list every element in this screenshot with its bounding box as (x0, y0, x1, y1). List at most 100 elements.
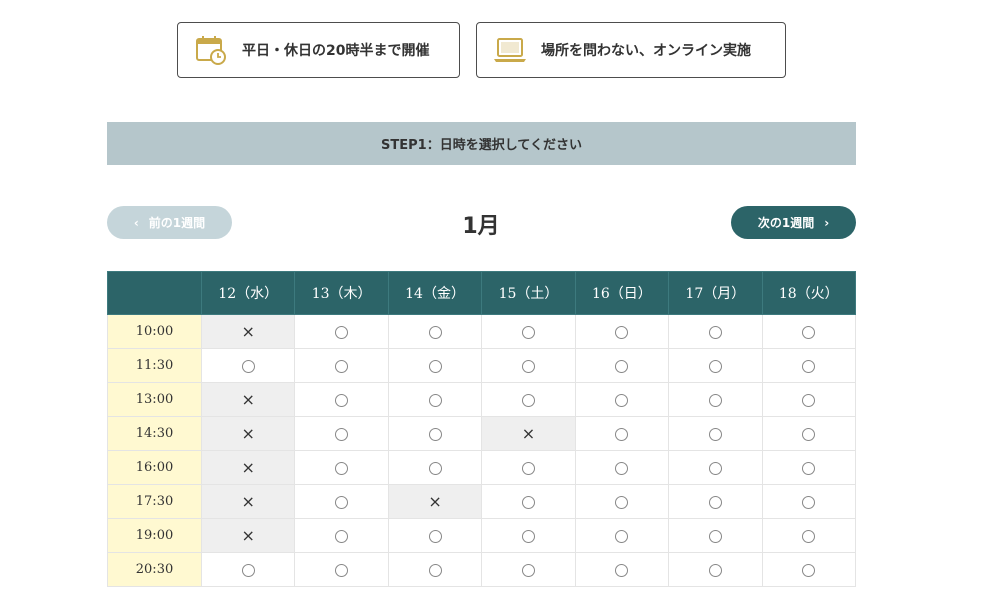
available-slot[interactable] (668, 314, 763, 349)
time-label: 13:00 (107, 382, 202, 417)
available-slot[interactable] (481, 518, 576, 553)
time-label: 20:30 (107, 552, 202, 587)
available-slot[interactable] (481, 552, 576, 587)
available-slot[interactable] (481, 348, 576, 383)
available-slot[interactable] (294, 450, 389, 485)
available-circle-icon (428, 393, 442, 407)
available-slot[interactable] (387, 348, 483, 383)
day-header: 18（火） (761, 271, 857, 315)
available-slot[interactable] (761, 518, 857, 553)
available-circle-icon (802, 495, 816, 509)
available-circle-icon (335, 563, 349, 577)
available-slot[interactable] (294, 348, 389, 383)
available-slot[interactable] (668, 382, 763, 417)
unavailable-cross-icon: × (241, 390, 255, 409)
available-slot[interactable] (481, 314, 576, 349)
available-slot[interactable] (387, 518, 483, 553)
available-slot[interactable] (761, 314, 857, 349)
unavailable-slot: × (200, 450, 296, 485)
time-label: 11:30 (107, 348, 202, 383)
time-slot-row: 11:30 (107, 348, 857, 383)
available-circle-icon (428, 563, 442, 577)
available-slot[interactable] (294, 552, 389, 587)
available-slot[interactable] (668, 484, 763, 519)
day-header: 13（木） (294, 271, 389, 315)
available-slot[interactable] (574, 314, 670, 349)
time-label: 14:30 (107, 416, 202, 451)
available-slot[interactable] (574, 552, 670, 587)
unavailable-slot: × (200, 382, 296, 417)
day-header: 14（金） (387, 271, 483, 315)
available-slot[interactable] (574, 348, 670, 383)
available-slot[interactable] (761, 382, 857, 417)
available-slot[interactable] (668, 416, 763, 451)
available-circle-icon (615, 461, 629, 475)
available-slot[interactable] (574, 416, 670, 451)
available-slot[interactable] (668, 348, 763, 383)
chevron-right-icon: › (824, 215, 830, 230)
time-slot-row: 17:30 × × (107, 484, 857, 519)
available-slot[interactable] (574, 518, 670, 553)
available-circle-icon (428, 427, 442, 441)
available-slot[interactable] (761, 484, 857, 519)
time-slot-row: 10:00 × (107, 314, 857, 349)
available-slot[interactable] (294, 416, 389, 451)
available-slot[interactable] (668, 518, 763, 553)
available-slot[interactable] (200, 348, 296, 383)
unavailable-cross-icon: × (241, 526, 255, 545)
unavailable-slot: × (481, 416, 576, 451)
available-slot[interactable] (761, 348, 857, 383)
available-circle-icon (802, 529, 816, 543)
available-slot[interactable] (387, 416, 483, 451)
available-slot[interactable] (574, 484, 670, 519)
available-circle-icon (428, 325, 442, 339)
available-slot[interactable] (387, 552, 483, 587)
available-slot[interactable] (294, 314, 389, 349)
available-slot[interactable] (668, 450, 763, 485)
available-slot[interactable] (574, 450, 670, 485)
available-circle-icon (521, 325, 535, 339)
available-circle-icon (708, 393, 722, 407)
available-circle-icon (615, 563, 629, 577)
available-slot[interactable] (481, 382, 576, 417)
available-slot[interactable] (761, 552, 857, 587)
available-slot[interactable] (387, 314, 483, 349)
feature-evening-hours: 平日・休日の20時半まで開催 (177, 22, 460, 78)
unavailable-slot: × (387, 484, 483, 519)
available-circle-icon (708, 563, 722, 577)
available-circle-icon (708, 461, 722, 475)
day-header: 12（水） (200, 271, 296, 315)
unavailable-cross-icon: × (241, 492, 255, 511)
unavailable-cross-icon: × (428, 492, 442, 511)
unavailable-cross-icon: × (521, 424, 536, 443)
available-circle-icon (241, 563, 255, 577)
available-slot[interactable] (761, 416, 857, 451)
available-circle-icon (521, 393, 535, 407)
next-week-label: 次の1週間 (757, 216, 815, 230)
available-slot[interactable] (761, 450, 857, 485)
available-circle-icon (335, 359, 349, 373)
available-slot[interactable] (294, 382, 389, 417)
day-header: 16（日） (574, 271, 670, 315)
day-header: 15（土） (481, 271, 576, 315)
available-slot[interactable] (481, 484, 576, 519)
calendar-clock-icon (194, 33, 228, 67)
available-slot[interactable] (294, 518, 389, 553)
available-slot[interactable] (387, 450, 483, 485)
available-circle-icon (428, 529, 442, 543)
available-circle-icon (335, 461, 349, 475)
available-slot[interactable] (574, 382, 670, 417)
unavailable-cross-icon: × (241, 322, 255, 341)
available-slot[interactable] (387, 382, 483, 417)
time-slot-row: 16:00 × (107, 450, 857, 485)
available-slot[interactable] (481, 450, 576, 485)
prev-week-button[interactable]: ‹ 前の1週間 (107, 206, 232, 239)
available-slot[interactable] (200, 552, 296, 587)
available-circle-icon (802, 325, 816, 339)
available-slot[interactable] (668, 552, 763, 587)
corner-cell (107, 271, 202, 315)
day-header: 17（月） (668, 271, 763, 315)
available-circle-icon (708, 495, 722, 509)
available-slot[interactable] (294, 484, 389, 519)
next-week-button[interactable]: 次の1週間 › (731, 206, 856, 239)
